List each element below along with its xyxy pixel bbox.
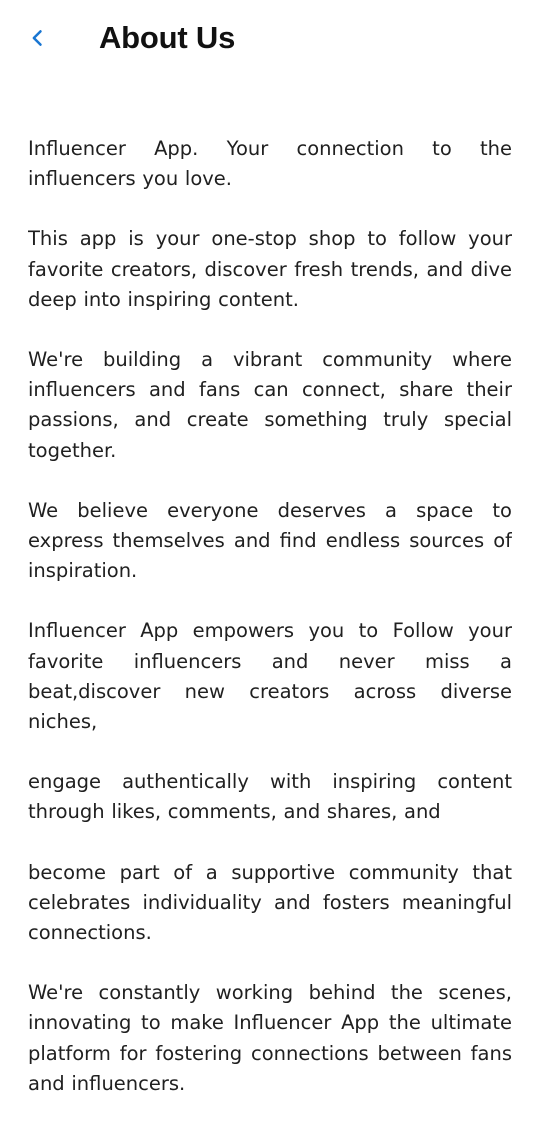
about-paragraph-innovation: We're constantly working behind the scen… xyxy=(28,981,512,1094)
about-paragraph-follow: Influencer App empowers you to Follow yo… xyxy=(28,619,512,734)
about-paragraph-support: become part of a supportive community th… xyxy=(28,860,512,945)
about-paragraph-community: We're building a vibrant community where… xyxy=(28,348,512,462)
back-button[interactable] xyxy=(18,18,58,58)
top-app-bar: About Us xyxy=(0,0,540,80)
about-paragraph-purpose: This app is your one-stop shop to follow… xyxy=(28,227,512,311)
page-title: About Us xyxy=(99,20,236,55)
about-paragraph-belief: We believe everyone deserves a space to … xyxy=(28,498,512,583)
about-us-screen: About Us Influencer App. Your connection… xyxy=(0,0,540,1128)
about-paragraph-intro: Influencer App. Your connection to the i… xyxy=(28,137,512,191)
chevron-left-icon xyxy=(32,30,42,46)
about-paragraph-engage: engage authentically with inspiring cont… xyxy=(28,770,512,824)
about-content: Influencer App. Your connection to the i… xyxy=(28,134,512,1094)
